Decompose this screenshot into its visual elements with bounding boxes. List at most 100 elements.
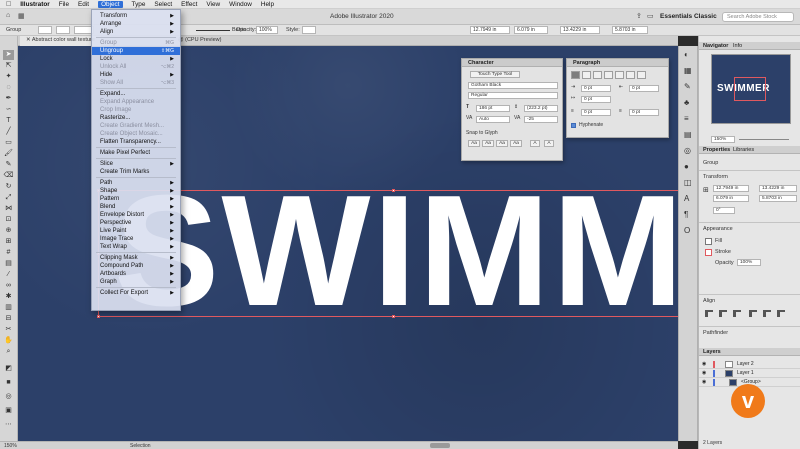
reference-point-icon[interactable]: ⊞ <box>703 186 709 194</box>
layer-row[interactable]: ◉ Layer 2 <box>699 360 800 369</box>
hand-tool-icon[interactable]: ✋ <box>3 336 14 346</box>
align-vertical-center-icon[interactable] <box>763 310 771 317</box>
transform-x-field[interactable]: 12.7949 in <box>713 185 749 192</box>
eraser-tool-icon[interactable]: ⌫ <box>3 171 14 181</box>
menu-item-flatten-transparency[interactable]: Flatten Transparency... <box>92 138 180 146</box>
menu-item-make-pixel-perfect[interactable]: Make Pixel Perfect <box>92 149 180 157</box>
width-field[interactable]: 13.4229 in <box>560 26 600 34</box>
selection-bounding-box[interactable] <box>98 190 678 317</box>
justify-right-icon[interactable] <box>626 71 635 79</box>
menu-item-slice[interactable]: Slice ▶ <box>92 160 180 168</box>
character-panel-icon[interactable]: A <box>684 194 689 203</box>
menu-window[interactable]: Window <box>229 1 252 8</box>
align-bottom-edge-icon[interactable] <box>777 310 785 317</box>
color-mode-icon[interactable]: ■ <box>3 378 14 388</box>
visibility-eye-icon[interactable]: ◉ <box>702 378 706 387</box>
paragraph-panel-icon[interactable]: ¶ <box>684 210 688 219</box>
document-tab[interactable]: ✕ Abstract color wall texture <box>20 36 102 46</box>
layer-row[interactable]: ◉ Layer 1 <box>699 369 800 378</box>
menu-item-pattern[interactable]: Pattern ▶ <box>92 195 180 203</box>
type-tool-icon[interactable]: T <box>3 116 14 126</box>
align-left-edge-icon[interactable] <box>705 310 713 317</box>
snap-baseline-icon[interactable]: Aa <box>468 140 480 147</box>
menu-item-live-paint[interactable]: Live Paint ▶ <box>92 227 180 235</box>
font-family-select[interactable]: Gotham Black <box>468 82 558 89</box>
tab-properties[interactable]: Properties <box>703 147 730 153</box>
visibility-eye-icon[interactable]: ◉ <box>702 369 706 378</box>
kerning-field[interactable]: Auto <box>476 116 510 123</box>
pen-tool-icon[interactable]: ✒ <box>3 94 14 104</box>
menu-item-image-trace[interactable]: Image Trace ▶ <box>92 235 180 243</box>
selection-tool-icon[interactable]: ➤ <box>3 50 14 60</box>
y-field[interactable]: 6.079 in <box>514 26 548 34</box>
align-right-icon[interactable] <box>593 71 602 79</box>
menu-item-ungroup[interactable]: Ungroup ⇧⌘G <box>92 47 180 55</box>
font-size-field[interactable]: 186 pt <box>476 105 510 112</box>
space-before-field[interactable]: 0 pt <box>581 109 611 116</box>
visibility-eye-icon[interactable]: ◉ <box>702 360 706 369</box>
blend-tool-icon[interactable]: ∞ <box>3 281 14 291</box>
menu-item-transform[interactable]: Transform ▶ <box>92 12 180 20</box>
snap-proximity-icon[interactable]: Aa <box>510 140 522 147</box>
tracking-field[interactable]: -25 <box>524 116 558 123</box>
menu-item-clipping-mask[interactable]: Clipping Mask ▶ <box>92 254 180 262</box>
perspective-grid-tool-icon[interactable]: ⊞ <box>3 237 14 247</box>
tab-info[interactable]: Info <box>733 43 742 49</box>
lasso-tool-icon[interactable]: ◌ <box>3 83 14 93</box>
draw-mode-icon[interactable]: ◎ <box>3 392 14 402</box>
hyphenate-checkbox[interactable] <box>571 123 576 128</box>
magic-wand-tool-icon[interactable]: ✦ <box>3 72 14 82</box>
graphic-styles-panel-icon[interactable]: ◫ <box>684 178 692 187</box>
menu-item-blend[interactable]: Blend ▶ <box>92 203 180 211</box>
workspace-switcher[interactable]: Essentials Classic <box>660 13 717 20</box>
first-line-indent-field[interactable]: 0 pt <box>581 96 611 103</box>
stroke-swatch[interactable] <box>56 26 70 34</box>
swatches-panel-icon[interactable]: ▦ <box>684 66 692 75</box>
shape-builder-tool-icon[interactable]: ⊕ <box>3 226 14 236</box>
snap-bounds-icon[interactable]: Aa <box>496 140 508 147</box>
menu-item-path[interactable]: Path ▶ <box>92 179 180 187</box>
tab-navigator[interactable]: Navigator <box>703 43 728 49</box>
eyedropper-tool-icon[interactable]: ⁄ <box>3 270 14 280</box>
brushes-panel-icon[interactable]: ✎ <box>684 82 691 91</box>
justify-center-icon[interactable] <box>615 71 624 79</box>
menu-item-text-wrap[interactable]: Text Wrap ▶ <box>92 243 180 251</box>
space-after-field[interactable]: 0 pt <box>629 109 659 116</box>
snap-anchor-icon[interactable]: A <box>544 140 554 147</box>
height-field[interactable]: 5.8703 in <box>612 26 648 34</box>
menu-select[interactable]: Select <box>154 1 172 8</box>
align-center-icon[interactable] <box>582 71 591 79</box>
gradient-tool-icon[interactable]: ▤ <box>3 259 14 269</box>
menu-item-expand[interactable]: Expand... <box>92 90 180 98</box>
fill-stroke-swatch-icon[interactable]: ◩ <box>3 364 14 374</box>
menu-item-collect-for-export[interactable]: Collect For Export ▶ <box>92 289 180 297</box>
transparency-panel-icon[interactable]: ◎ <box>684 146 691 155</box>
direct-selection-tool-icon[interactable]: ⇱ <box>3 61 14 71</box>
home-icon[interactable]: ⌂ <box>6 12 10 19</box>
fill-swatch[interactable] <box>705 238 712 245</box>
menu-item-envelope-distort[interactable]: Envelope Distort ▶ <box>92 211 180 219</box>
edit-toolbar-icon[interactable]: ⋯ <box>3 420 14 430</box>
layer-name[interactable]: Layer 2 <box>737 360 754 369</box>
snap-angular-icon[interactable]: A <box>530 140 540 147</box>
menu-item-graph[interactable]: Graph ▶ <box>92 278 180 286</box>
tab-layers[interactable]: Layers <box>703 349 721 355</box>
scale-tool-icon[interactable]: ⤢ <box>3 193 14 203</box>
navigator-view-box[interactable] <box>734 77 766 101</box>
justify-all-icon[interactable] <box>637 71 646 79</box>
graphic-style-swatch[interactable] <box>302 26 316 34</box>
menu-file[interactable]: File <box>59 1 69 8</box>
selection-handle[interactable] <box>392 315 395 318</box>
align-horizontal-center-icon[interactable] <box>719 310 727 317</box>
opacity-field[interactable]: 100% <box>737 259 761 266</box>
color-panel-icon[interactable]: ◐ <box>684 50 689 59</box>
navigator-zoom-slider[interactable] <box>739 139 789 140</box>
rotate-angle-field[interactable]: 0° <box>713 207 735 214</box>
graph-tool-icon[interactable]: ▥ <box>3 303 14 313</box>
navigator-zoom-field[interactable]: 150% <box>711 136 735 143</box>
learn-icon[interactable]: ▭ <box>647 12 654 20</box>
menu-item-shape[interactable]: Shape ▶ <box>92 187 180 195</box>
stroke-panel-icon[interactable]: ≡ <box>684 114 689 123</box>
align-top-edge-icon[interactable] <box>749 310 757 317</box>
screen-mode-icon[interactable]: ▣ <box>3 406 14 416</box>
